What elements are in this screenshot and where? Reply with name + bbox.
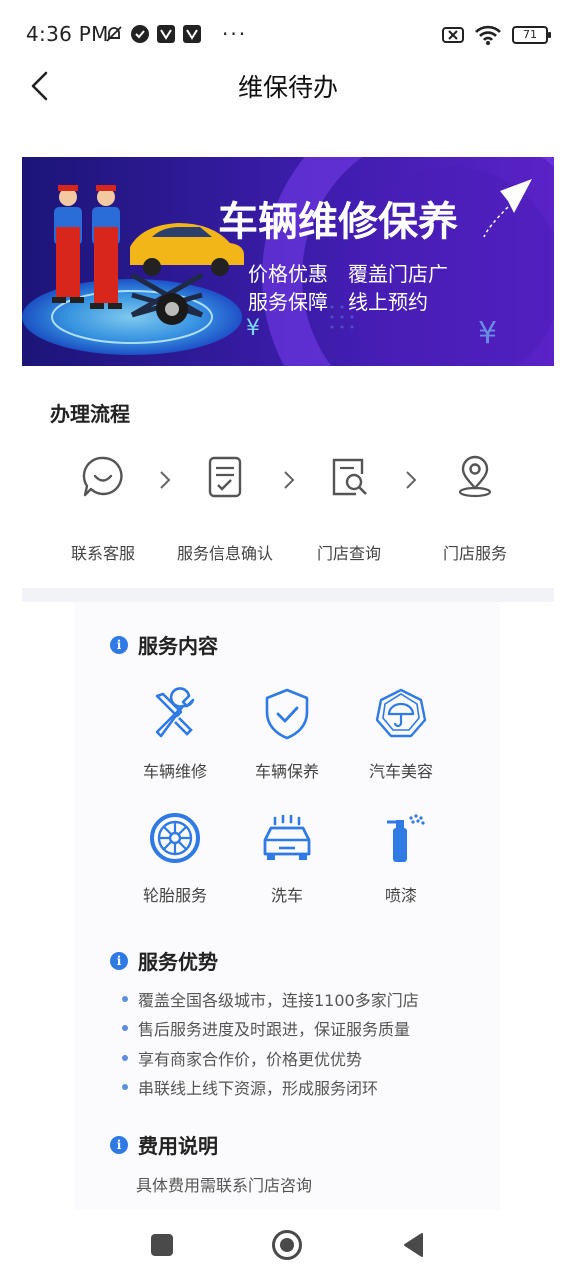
system-nav-bar [0,1212,576,1280]
advantage-text: 串联线上线下资源，形成服务闭环 [138,1079,379,1099]
banner-headline: 车辆维修保养 [218,199,458,245]
services-header: i 服务内容 [110,630,218,659]
bullet-dot [122,1025,128,1032]
check-circle-icon [131,25,149,43]
bullet-dot [122,1054,128,1061]
process-step-store-service[interactable]: 门店服务 [410,454,540,564]
more-notifications-icon: ··· [222,22,248,46]
process-step-confirm[interactable]: 服务信息确认 [160,454,290,564]
list-item: 串联线上线下资源，形成服务闭环 [122,1073,419,1103]
spray-can-icon [387,814,425,862]
list-item: 享有商家合作价，价格更优优势 [122,1043,419,1073]
store-search-icon [332,458,367,496]
banner-yen-left: ¥ [246,316,260,341]
process-step-contact[interactable]: 联系客服 [38,454,168,564]
battery-icon: 71 [512,26,551,44]
list-item: 售后服务进度及时跟进，保证服务质量 [122,1014,419,1044]
bullet-dot [122,1084,128,1091]
service-label: 喷漆 [384,886,417,905]
advantages-header: i 服务优势 [110,946,218,975]
status-system-icons: 71 [442,24,551,46]
promo-banner[interactable]: ¥ ¥ 车辆维修保养 价格优惠 覆盖门店广 服务保障 线上预约 [22,157,554,366]
section-divider [22,588,554,602]
service-label: 车辆保养 [254,762,319,781]
advantage-text: 覆盖全国各级城市，连接1100多家门店 [138,990,419,1010]
services-title: 服务内容 [138,634,218,658]
banner-illustration: ¥ ¥ 车辆维修保养 价格优惠 覆盖门店广 服务保障 线上预约 [22,157,554,366]
fees-header: i 费用说明 [110,1130,218,1159]
service-tire[interactable]: 轮胎服务 [120,810,230,906]
banner-line-1: 价格优惠 覆盖门店广 [248,262,448,286]
wrench-screwdriver-icon [155,687,195,738]
list-item: 覆盖全国各级城市，连接1100多家门店 [122,984,419,1014]
fees-title: 费用说明 [138,1134,218,1158]
service-info-panel: i 服务内容 车辆维修 车辆保养 汽车美容 轮胎服务 洗车 喷漆 i 服务优势 … [74,602,500,1210]
car-wash-icon [263,814,311,860]
sim-error-icon [442,27,464,43]
info-icon: i [110,1135,128,1154]
page-title: 维保待办 [237,73,338,102]
app-notify-icon-2 [183,25,201,43]
chat-bubble-icon [82,456,123,497]
service-label: 汽车美容 [368,762,433,781]
advantage-text: 享有商家合作价，价格更优优势 [138,1049,363,1069]
process-step-label: 门店服务 [442,544,507,563]
info-icon: i [110,635,128,654]
recent-apps-button[interactable] [151,1234,173,1256]
advantages-title: 服务优势 [138,950,218,974]
process-step-store-search[interactable]: 门店查询 [284,454,414,564]
status-time: 4:36 PM [26,22,109,46]
tire-icon [150,813,200,863]
service-label: 车辆维修 [142,762,207,781]
service-label: 洗车 [270,886,303,905]
banner-line-2: 服务保障 线上预约 [248,290,428,314]
banner-yen-right: ¥ [478,316,497,351]
advantages-list: 覆盖全国各级城市，连接1100多家门店 售后服务进度及时跟进，保证服务质量 享有… [122,984,419,1102]
advantage-text: 售后服务进度及时跟进，保证服务质量 [138,1020,411,1040]
process-step-label: 门店查询 [316,544,381,563]
process-title: 办理流程 [50,402,130,426]
status-notification-icons [104,24,202,44]
fees-text: 具体费用需联系门店咨询 [136,1176,313,1195]
wifi-icon [475,25,501,45]
service-car-wash[interactable]: 洗车 [232,810,342,906]
location-pin-icon [458,455,492,498]
process-step-label: 联系客服 [70,544,135,563]
mute-icon [106,26,122,42]
system-back-button[interactable] [402,1232,424,1258]
top-nav-bar: 维保待办 [0,56,576,116]
service-label: 轮胎服务 [142,886,207,905]
app-notify-icon [157,25,175,43]
document-check-icon [208,456,242,498]
process-step-label: 服务信息确认 [176,544,273,563]
bullet-dot [122,995,128,1002]
service-repair[interactable]: 车辆维修 [120,686,230,782]
service-paint[interactable]: 喷漆 [346,810,456,906]
home-button[interactable] [272,1230,302,1260]
umbrella-badge-icon [375,688,427,738]
shield-check-icon [265,688,309,740]
process-section: 办理流程 联系客服 服务信息确认 门店查询 门店服务 [22,376,554,584]
service-maintenance[interactable]: 车辆保养 [232,686,342,782]
service-beauty[interactable]: 汽车美容 [346,686,456,782]
info-icon: i [110,951,128,970]
